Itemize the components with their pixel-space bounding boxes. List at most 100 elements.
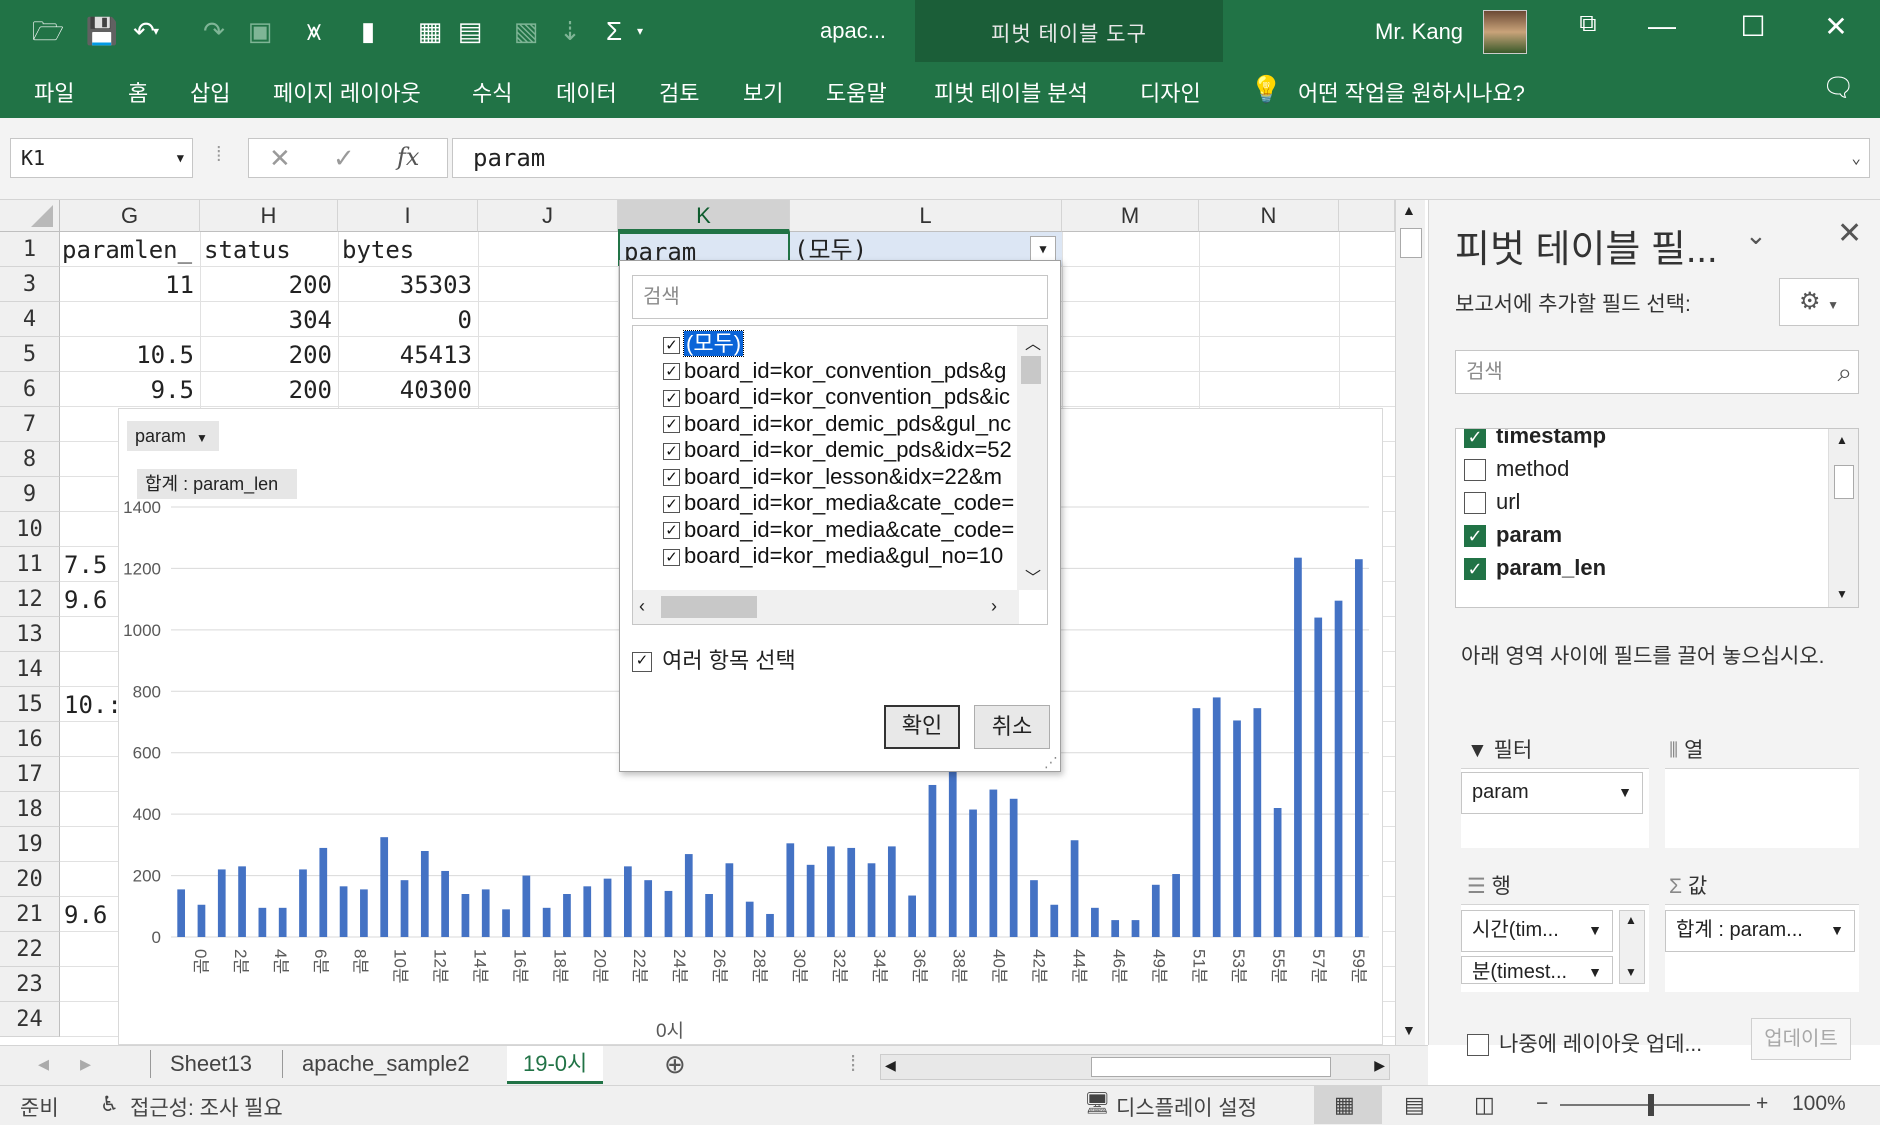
column-header-o[interactable] (1339, 200, 1395, 232)
chart-line-icon[interactable]: ⩙ (296, 14, 332, 48)
filter-search-input[interactable]: 검색 (632, 275, 1048, 319)
row-header[interactable]: 3 (0, 267, 60, 302)
comment-icon[interactable]: 🗨 (1822, 72, 1855, 103)
cancel-button[interactable]: 취소 (974, 705, 1050, 749)
chevron-down-icon[interactable]: ▼ (177, 139, 184, 177)
prev-sheet-icon[interactable]: ◂ (38, 1046, 49, 1084)
search-icon[interactable]: ⌕ (1837, 351, 1852, 393)
ok-button[interactable]: 확인 (884, 705, 960, 749)
row-header[interactable]: 24 (0, 1002, 60, 1037)
scroll-down-icon[interactable]: ▼ (1836, 587, 1848, 601)
cancel-icon[interactable]: ✕ (269, 143, 291, 174)
display-settings[interactable]: 디스플레이 설정 (1116, 1092, 1257, 1122)
scroll-up-icon[interactable]: ▲ (1402, 202, 1416, 218)
row-header[interactable]: 10 (0, 512, 60, 547)
filter-dropdown-icon[interactable]: ▼ (1030, 236, 1056, 262)
formula-input[interactable]: param ⌄ (452, 138, 1870, 178)
tab-review[interactable]: 검토 (659, 76, 699, 108)
tab-design[interactable]: 디자인 (1140, 76, 1201, 108)
cell-h4[interactable]: 304 (200, 302, 338, 337)
row-header[interactable]: 6 (0, 372, 60, 407)
qat-customize-icon[interactable]: ▾ (634, 14, 646, 48)
row-header[interactable]: 4 (0, 302, 60, 337)
cell-g21[interactable]: 9.6 (64, 897, 118, 932)
tab-file[interactable]: 파일 (34, 76, 74, 108)
checkbox-icon[interactable]: ✓ (663, 442, 680, 460)
bar-chart-icon[interactable]: ▮ (350, 14, 386, 48)
add-sheet-icon[interactable]: ⊕ (664, 1046, 686, 1084)
chevron-down-icon[interactable]: ▼ (1588, 911, 1602, 949)
cell-g15[interactable]: 10.: (64, 687, 118, 722)
sheet-tab-apache-sample2[interactable]: apache_sample2 (302, 1046, 470, 1084)
drag-handle-icon[interactable]: ⁞ (216, 144, 222, 167)
cell-h1[interactable]: status (204, 232, 338, 267)
row-header[interactable]: 15 (0, 687, 60, 722)
row-header[interactable]: 11 (0, 547, 60, 582)
row-header[interactable]: 22 (0, 932, 60, 967)
next-sheet-icon[interactable]: ▸ (80, 1046, 91, 1084)
cell-i5[interactable]: 45413 (338, 337, 478, 372)
ribbon-display-icon[interactable]: ⧉ (1563, 10, 1613, 38)
checkbox-icon[interactable]: ✓ (663, 522, 680, 540)
filter-item-list[interactable]: ✓ (모두) ✓ board_id=kor_convention_pds&g ✓ boar… (632, 325, 1048, 625)
row-header[interactable]: 18 (0, 792, 60, 827)
scroll-down-icon[interactable]: ▼ (1625, 965, 1637, 979)
column-header-i[interactable]: I (338, 200, 478, 232)
defer-update-checkbox[interactable]: 나중에 레이아웃 업데... (1467, 1028, 1702, 1058)
field-search-input[interactable]: 검색 ⌕ (1455, 350, 1859, 394)
cell-i4[interactable]: 0 (338, 302, 478, 337)
cell-g12[interactable]: 9.6 (64, 582, 118, 617)
row-header[interactable]: 21 (0, 897, 60, 932)
row-header[interactable]: 16 (0, 722, 60, 757)
scroll-up-icon[interactable]: ▲ (1836, 433, 1848, 447)
field-scroll-thumb[interactable] (1834, 465, 1854, 499)
row-header[interactable]: 23 (0, 967, 60, 1002)
table-icon[interactable]: ▦ (412, 14, 448, 48)
column-header-m[interactable]: M (1062, 200, 1199, 232)
row-field-minute[interactable]: 분(timest... ▼ (1461, 956, 1613, 984)
list-scroll-thumb[interactable] (1021, 356, 1041, 384)
row-header[interactable]: 12 (0, 582, 60, 617)
chevron-down-icon[interactable]: ⌄ (1745, 220, 1767, 251)
tab-help[interactable]: 도움말 (826, 76, 887, 108)
chevron-right-icon[interactable]: › (991, 596, 997, 617)
insert-function-icon[interactable]: fx (397, 143, 419, 171)
chevron-down-icon[interactable]: ▼ (1830, 911, 1844, 949)
grid-icon[interactable]: ▤ (452, 14, 488, 48)
close-icon[interactable]: ✕ (1811, 10, 1861, 43)
maximize-icon[interactable]: ☐ (1728, 10, 1778, 43)
resize-grip-icon[interactable]: ⋰ (1044, 754, 1058, 771)
column-header-h[interactable]: H (200, 200, 338, 232)
row-header[interactable]: 13 (0, 617, 60, 652)
horizontal-scrollbar[interactable]: ◀ ▶ (880, 1054, 1390, 1080)
checkbox-icon[interactable]: ✓ (663, 469, 680, 487)
checkbox-icon[interactable]: ✓ (663, 548, 680, 566)
accessibility-status[interactable]: 접근성: 조사 필요 (130, 1092, 283, 1122)
user-name[interactable]: Mr. Kang (1375, 19, 1463, 45)
zoom-level[interactable]: 100% (1792, 1092, 1846, 1116)
row-header[interactable]: 17 (0, 757, 60, 792)
tab-pivot-analyze[interactable]: 피벗 테이블 분석 (934, 76, 1088, 108)
scroll-down-icon[interactable]: ▼ (1402, 1022, 1416, 1038)
chevron-down-icon[interactable]: ▼ (1588, 957, 1602, 983)
cell-i3[interactable]: 35303 (338, 267, 478, 302)
column-header-j[interactable]: J (478, 200, 618, 232)
undo-dropdown-icon[interactable]: ▾ (150, 14, 162, 48)
cell-g11[interactable]: 7.5 (64, 547, 118, 582)
zoom-slider-thumb[interactable] (1648, 1094, 1654, 1116)
field-list[interactable]: ✓ timestamp method url ✓ param ✓ param_len ▲ ▼ (1455, 428, 1859, 608)
cell-g3[interactable]: 11 (62, 267, 200, 302)
row-header[interactable]: 1 (0, 232, 60, 267)
checkbox-icon[interactable] (1464, 459, 1486, 482)
tell-me-search[interactable]: 어떤 작업을 원하시나요? (1298, 76, 1525, 108)
cell-h5[interactable]: 200 (200, 337, 338, 372)
scroll-right-icon[interactable]: ▶ (1374, 1057, 1385, 1074)
cell-i1[interactable]: bytes (342, 232, 476, 267)
checkbox-icon[interactable]: ✓ (1464, 429, 1486, 449)
checkbox-icon[interactable]: ✓ (663, 363, 680, 381)
row-header[interactable]: 14 (0, 652, 60, 687)
filter-field-param[interactable]: param ▼ (1461, 772, 1643, 814)
row-header[interactable]: 20 (0, 862, 60, 897)
column-header-n[interactable]: N (1199, 200, 1339, 232)
zoom-slider[interactable] (1560, 1104, 1750, 1106)
